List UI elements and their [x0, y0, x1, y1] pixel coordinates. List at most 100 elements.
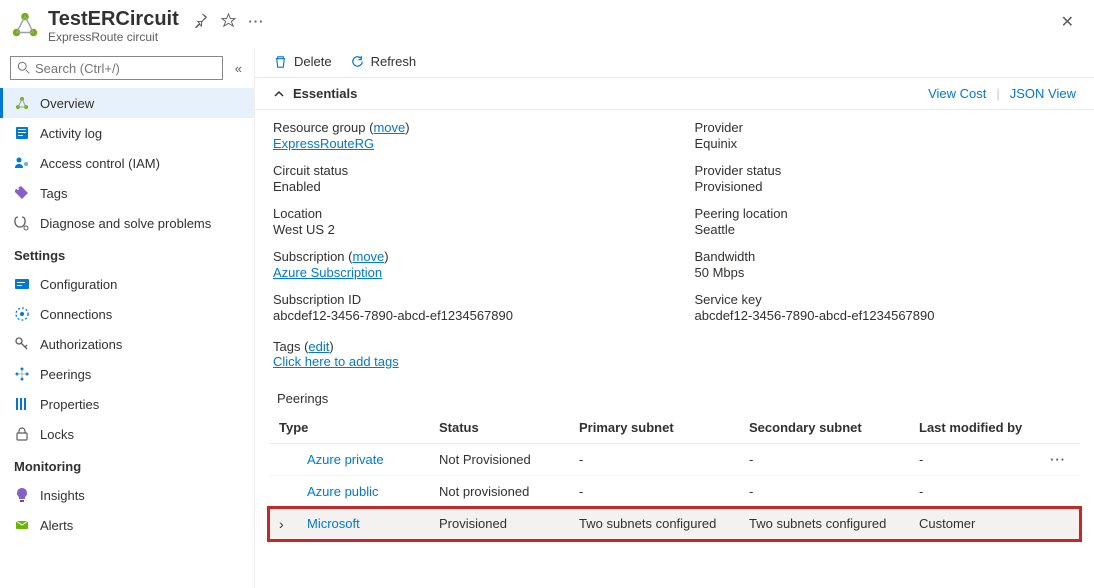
nav-label: Configuration	[40, 277, 117, 292]
delete-button[interactable]: Delete	[273, 54, 332, 69]
nav-label: Diagnose and solve problems	[40, 216, 211, 231]
search-icon	[17, 61, 31, 75]
table-row[interactable]: Azure public Not provisioned - - -	[269, 476, 1080, 508]
col-modified[interactable]: Last modified by	[909, 412, 1040, 444]
nav-peerings[interactable]: Peerings	[0, 359, 254, 389]
nav-label: Properties	[40, 397, 99, 412]
nav-configuration[interactable]: Configuration	[0, 269, 254, 299]
peering-modified: -	[909, 444, 1040, 476]
peerings-icon	[14, 366, 30, 382]
peering-secondary: -	[739, 476, 909, 508]
configuration-icon	[14, 276, 30, 292]
search-input[interactable]	[35, 61, 216, 76]
nav-access-control[interactable]: Access control (IAM)	[0, 148, 254, 178]
refresh-label: Refresh	[371, 54, 417, 69]
col-type[interactable]: Type	[269, 412, 429, 444]
col-secondary[interactable]: Secondary subnet	[739, 412, 909, 444]
search-box[interactable]	[10, 56, 223, 80]
rg-label: Resource group (move)	[273, 120, 655, 135]
provider-status-value: Provisioned	[695, 179, 1077, 194]
delete-label: Delete	[294, 54, 332, 69]
nav-insights[interactable]: Insights	[0, 480, 254, 510]
nav-properties[interactable]: Properties	[0, 389, 254, 419]
servicekey-value: abcdef12-3456-7890-abcd-ef1234567890	[695, 308, 1077, 323]
nav-section-settings: Settings	[0, 238, 254, 269]
nav-overview[interactable]: Overview	[0, 88, 254, 118]
nav-authorizations[interactable]: Authorizations	[0, 329, 254, 359]
table-row[interactable]: Azure private Not Provisioned - - - ···	[269, 444, 1080, 476]
nav-label: Tags	[40, 186, 67, 201]
refresh-icon	[350, 54, 365, 69]
nav-label: Connections	[40, 307, 112, 322]
nav-label: Access control (IAM)	[40, 156, 160, 171]
peering-status: Not Provisioned	[429, 444, 569, 476]
subid-value: abcdef12-3456-7890-abcd-ef1234567890	[273, 308, 655, 323]
peering-primary: -	[569, 444, 739, 476]
provider-value: Equinix	[695, 136, 1077, 151]
nav-alerts[interactable]: Alerts	[0, 510, 254, 540]
lock-icon	[14, 426, 30, 442]
properties-icon	[14, 396, 30, 412]
close-button[interactable]: ✕	[1055, 8, 1080, 36]
peering-type-link[interactable]: Microsoft	[279, 516, 360, 531]
bandwidth-label: Bandwidth	[695, 249, 1077, 264]
location-value: West US 2	[273, 222, 655, 237]
insights-icon	[14, 487, 30, 503]
expressroute-icon	[10, 10, 40, 40]
nav-connections[interactable]: Connections	[0, 299, 254, 329]
peering-type-link[interactable]: Azure public	[279, 484, 379, 499]
circuit-status-value: Enabled	[273, 179, 655, 194]
nav-tags[interactable]: Tags	[0, 178, 254, 208]
tags-add-link[interactable]: Click here to add tags	[273, 354, 399, 369]
sub-label: Subscription (move)	[273, 249, 655, 264]
nav-section-monitoring: Monitoring	[0, 449, 254, 480]
essentials-toggle[interactable]: Essentials	[273, 86, 357, 101]
peering-status: Provisioned	[429, 508, 569, 540]
collapse-sidebar-button[interactable]: «	[231, 57, 246, 80]
main-content: Delete Refresh Essentials View Cost | JS…	[255, 48, 1094, 588]
peering-status: Not provisioned	[429, 476, 569, 508]
peering-modified: Customer	[909, 508, 1040, 540]
tags-edit-link[interactable]: edit	[308, 339, 329, 354]
provider-label: Provider	[695, 120, 1077, 135]
nav-locks[interactable]: Locks	[0, 419, 254, 449]
nav-diagnose[interactable]: Diagnose and solve problems	[0, 208, 254, 238]
sub-move-link[interactable]: move	[353, 249, 385, 264]
table-row-highlighted[interactable]: ›Microsoft Provisioned Two subnets confi…	[269, 508, 1080, 540]
chevron-up-icon	[273, 88, 285, 100]
view-cost-link[interactable]: View Cost	[928, 86, 986, 101]
refresh-button[interactable]: Refresh	[350, 54, 417, 69]
col-status[interactable]: Status	[429, 412, 569, 444]
bandwidth-value: 50 Mbps	[695, 265, 1077, 280]
connections-icon	[14, 306, 30, 322]
sub-value[interactable]: Azure Subscription	[273, 265, 382, 280]
json-view-link[interactable]: JSON View	[1010, 86, 1076, 101]
pin-icon[interactable]	[194, 13, 209, 31]
expressroute-small-icon	[14, 95, 30, 111]
nav-activity-log[interactable]: Activity log	[0, 118, 254, 148]
more-icon[interactable]: ···	[248, 14, 264, 29]
subid-label: Subscription ID	[273, 292, 655, 307]
tags-icon	[14, 185, 30, 201]
essentials-label: Essentials	[293, 86, 357, 101]
peering-loc-value: Seattle	[695, 222, 1077, 237]
alerts-icon	[14, 517, 30, 533]
circuit-status-label: Circuit status	[273, 163, 655, 178]
rg-value[interactable]: ExpressRouteRG	[273, 136, 374, 151]
chevron-right-icon[interactable]: ›	[279, 516, 284, 532]
row-more-button[interactable]: ···	[1050, 452, 1066, 467]
peerings-title: Peerings	[255, 379, 1094, 412]
col-primary[interactable]: Primary subnet	[569, 412, 739, 444]
sidebar: « Overview Activity log Access control (…	[0, 48, 255, 588]
nav-label: Insights	[40, 488, 85, 503]
peering-type-link[interactable]: Azure private	[279, 452, 384, 467]
rg-move-link[interactable]: move	[373, 120, 405, 135]
key-icon	[14, 336, 30, 352]
peering-primary: -	[569, 476, 739, 508]
diagnose-icon	[14, 215, 30, 231]
page-title: TestERCircuit	[48, 8, 179, 31]
star-icon[interactable]	[221, 13, 236, 31]
peering-loc-label: Peering location	[695, 206, 1077, 221]
servicekey-label: Service key	[695, 292, 1077, 307]
iam-icon	[14, 155, 30, 171]
